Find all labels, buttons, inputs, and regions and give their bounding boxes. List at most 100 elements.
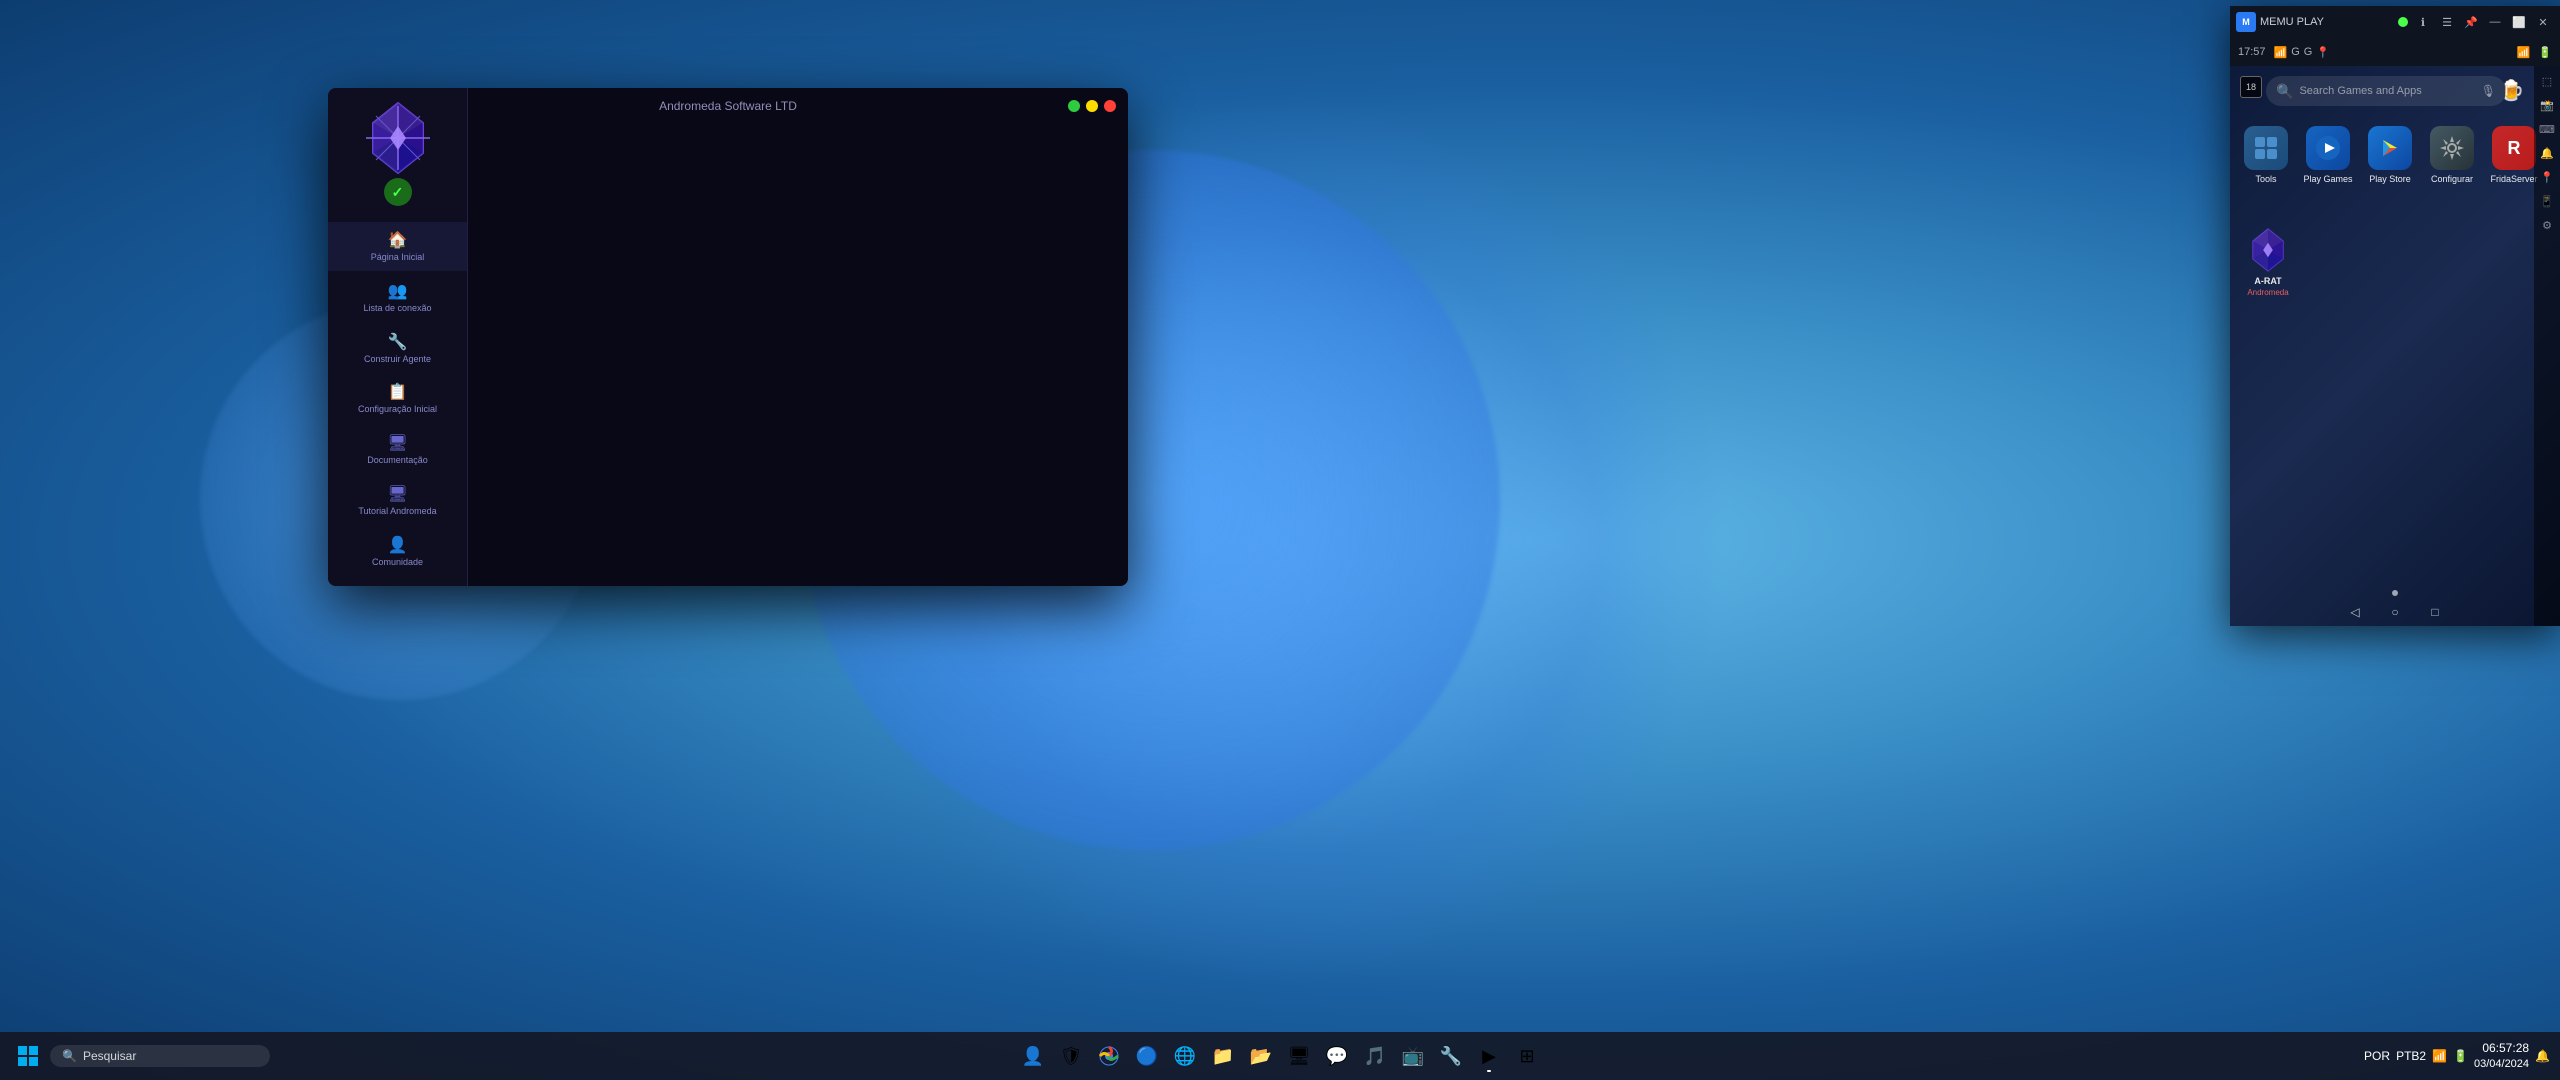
app-configurar[interactable]: Configurar	[2426, 126, 2478, 184]
tray-kb: PTB2	[2396, 1049, 2426, 1063]
play-store-icon	[2368, 126, 2412, 170]
memu-side-btn-7[interactable]: ⚙	[2536, 214, 2558, 236]
memu-side-btn-5[interactable]: 📍	[2536, 166, 2558, 188]
memu-wifi-icon: 📶	[2517, 46, 2531, 59]
taskbar-app-4[interactable]: 🔵	[1129, 1038, 1165, 1074]
taskbar-clock[interactable]: 06:57:28 03/04/2024	[2474, 1040, 2529, 1072]
taskbar-app-5[interactable]: 🌐	[1167, 1038, 1203, 1074]
taskbar-left: 🔍 Pesquisar	[10, 1038, 270, 1074]
arat-sidebar: A-RAT 🏠 Página Inicial 👥 Lista de conexã…	[328, 88, 468, 586]
taskbar-app-7[interactable]: 📂	[1243, 1038, 1279, 1074]
taskbar-app-shield[interactable]: 🛡	[1053, 1038, 1089, 1074]
sidebar-label-documentacao: Documentação	[367, 455, 428, 466]
sidebar-item-lista-conexao[interactable]: 👥 Lista de conexão	[328, 273, 467, 322]
taskbar-app-11[interactable]: 📺	[1395, 1038, 1431, 1074]
sidebar-item-documentacao[interactable]: 🖥 Documentação	[328, 425, 467, 474]
taskbar-app-12[interactable]: 🔧	[1433, 1038, 1469, 1074]
taskbar-search[interactable]: 🔍 Pesquisar	[50, 1045, 270, 1067]
system-tray: POR PTB2 📶 🔋 06:57:28 03/04/2024 🔔	[2364, 1040, 2550, 1072]
sidebar-item-comunidade[interactable]: 👤 Comunidade	[328, 527, 467, 576]
frida-label: FridaServer	[2490, 174, 2537, 184]
memu-window: M MEMU PLAY ℹ ☰ 📌 — ⬜ ✕ 17:57 📶 G G 📍 📶 …	[2230, 6, 2560, 626]
memu-arat-name: A-RAT	[2254, 276, 2281, 286]
taskbar-app-user[interactable]: 👤	[1015, 1038, 1051, 1074]
sidebar-item-sobre-andromeda[interactable]: 👤 Sobre Andromeda	[328, 578, 467, 586]
community-icon: 👤	[388, 535, 408, 555]
memu-side-btn-3[interactable]: ⌨	[2536, 118, 2558, 140]
tray-notifications[interactable]: 🔔	[2535, 1049, 2550, 1063]
home-button[interactable]: ○	[2385, 602, 2405, 622]
configurar-label: Configurar	[2431, 174, 2473, 184]
taskbar-app-memu[interactable]: ▶	[1471, 1038, 1507, 1074]
memu-maximize-btn[interactable]: ⬜	[2508, 11, 2530, 33]
memu-side-btn-6[interactable]: 📱	[2536, 190, 2558, 212]
taskbar-app-8[interactable]: 🖥	[1281, 1038, 1317, 1074]
play-games-label: Play Games	[2303, 174, 2352, 184]
users-icon: 👥	[388, 281, 408, 301]
play-games-icon	[2306, 126, 2350, 170]
start-button[interactable]	[10, 1038, 46, 1074]
memu-side-btn-4[interactable]: 🔔	[2536, 142, 2558, 164]
taskbar: 🔍 Pesquisar 👤 🛡 🔵 🌐 📁 📂 🖥 💬	[0, 1032, 2560, 1080]
docs-icon: 🖥	[387, 433, 407, 453]
search-icon: 🔍	[62, 1049, 77, 1063]
memu-titlebar: M MEMU PLAY ℹ ☰ 📌 — ⬜ ✕	[2230, 6, 2560, 38]
arat-window: Andromeda Software LTD	[328, 88, 1128, 586]
sidebar-item-construir-agente[interactable]: 🔧 Construir Agente	[328, 324, 467, 373]
taskbar-center: 👤 🛡 🔵 🌐 📁 📂 🖥 💬 🎵 📺 🔧 ▶ ⊞	[1015, 1038, 1545, 1074]
memu-statusbar: 17:57 📶 G G 📍 📶 🔋	[2230, 38, 2560, 66]
traffic-lights	[1068, 100, 1116, 112]
sidebar-nav: 🏠 Página Inicial 👥 Lista de conexão 🔧 Co…	[328, 222, 467, 586]
connected-badge	[384, 178, 412, 206]
memu-pin-btn[interactable]: 📌	[2460, 11, 2482, 33]
taskbar-date: 03/04/2024	[2474, 1057, 2529, 1072]
frida-icon: R	[2492, 126, 2536, 170]
memu-menu-btn[interactable]: ☰	[2436, 11, 2458, 33]
sidebar-item-pagina-inicial[interactable]: 🏠 Página Inicial	[328, 222, 467, 271]
memu-status-icon-4: 📍	[2316, 46, 2330, 59]
memu-arat-logo-svg	[2244, 226, 2292, 274]
minimize-button[interactable]	[1068, 100, 1080, 112]
sidebar-label-comunidade: Comunidade	[372, 557, 423, 568]
taskbar-app-chrome[interactable]	[1091, 1038, 1127, 1074]
memu-status-dot	[2398, 17, 2408, 27]
taskbar-app-6[interactable]: 📁	[1205, 1038, 1241, 1074]
app-play-store[interactable]: Play Store	[2364, 126, 2416, 184]
memu-search-bar[interactable]: 🔍 Search Games and Apps 🎙	[2266, 76, 2506, 106]
memu-battery-icon: 🔋	[2538, 46, 2552, 59]
taskbar-app-10[interactable]: 🎵	[1357, 1038, 1393, 1074]
memu-window-controls: ℹ ☰ 📌 — ⬜ ✕	[2412, 11, 2554, 33]
app-play-games[interactable]: Play Games	[2302, 126, 2354, 184]
sidebar-label-pagina-inicial: Página Inicial	[371, 252, 425, 263]
taskbar-app-13[interactable]: ⊞	[1509, 1038, 1545, 1074]
memu-close-btn[interactable]: ✕	[2532, 11, 2554, 33]
memu-side-btn-1[interactable]: ⬚	[2536, 70, 2558, 92]
memu-arat-app[interactable]: A-RAT Andromeda	[2244, 226, 2292, 297]
app-tools[interactable]: Tools	[2240, 126, 2292, 184]
memu-info-btn[interactable]: ℹ	[2412, 11, 2434, 33]
app-frida-server[interactable]: R FridaServer	[2488, 126, 2540, 184]
config-icon: 📋	[388, 382, 408, 402]
tools-icon	[2244, 126, 2288, 170]
recent-button[interactable]: □	[2425, 602, 2445, 622]
close-button[interactable]	[1104, 100, 1116, 112]
memu-minimize-btn[interactable]: —	[2484, 11, 2506, 33]
sidebar-label-configuracao-inicial: Configuração Inicial	[358, 404, 437, 415]
memu-beer-icon: 🍺	[2496, 74, 2528, 106]
memu-status-icon-3: G	[2304, 46, 2313, 58]
sidebar-item-configuracao-inicial[interactable]: 📋 Configuração Inicial	[328, 374, 467, 423]
memu-app-grid: Tools Play Games	[2240, 126, 2550, 184]
taskbar-app-9[interactable]: 💬	[1319, 1038, 1355, 1074]
memu-search-icon: 🔍	[2276, 83, 2293, 100]
tray-battery: 🔋	[2453, 1049, 2468, 1063]
memu-title: MEMU PLAY	[2260, 16, 2394, 28]
memu-status-icon-1: 📶	[2274, 46, 2288, 59]
sidebar-item-tutorial-andromeda[interactable]: 🖥 Tutorial Andromeda	[328, 476, 467, 525]
back-button[interactable]: ◁	[2345, 602, 2365, 622]
memu-side-btn-2[interactable]: 📸	[2536, 94, 2558, 116]
tray-wifi: 📶	[2432, 1049, 2447, 1063]
memu-age-badge: 18	[2240, 76, 2262, 98]
taskbar-time: 06:57:28	[2474, 1040, 2529, 1057]
fullscreen-button[interactable]	[1086, 100, 1098, 112]
arat-titlebar: Andromeda Software LTD	[328, 88, 1128, 124]
